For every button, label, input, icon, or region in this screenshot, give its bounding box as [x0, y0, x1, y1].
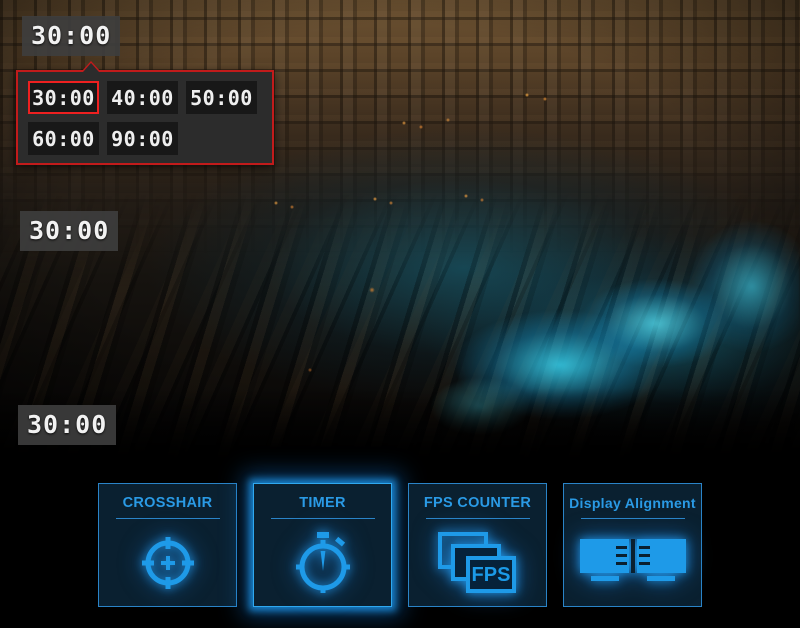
stopwatch-icon — [254, 519, 391, 606]
timer-badge-top: 30:00 — [22, 16, 121, 56]
dual-monitor-icon — [564, 519, 701, 606]
timer-preset-option[interactable]: 40:00 — [107, 81, 178, 114]
timer-preset-grid: 30:00 40:00 50:00 60:00 90:00 — [28, 81, 262, 155]
timer-preset-option[interactable]: 90:00 — [107, 122, 178, 155]
app-root: 30:00 30:00 30:00 30:00 40:00 50:00 60:00 90… — [0, 0, 800, 628]
timer-badge-middle: 30:00 — [20, 211, 119, 251]
tool-button-crosshair[interactable]: CROSSHAIR — [98, 483, 237, 607]
tool-button-stopwatch[interactable]: TIMER — [253, 483, 392, 607]
svg-text:FPS: FPS — [471, 564, 510, 586]
tool-button-label: FPS COUNTER — [423, 495, 532, 511]
timer-preset-option[interactable]: 60:00 — [28, 122, 99, 155]
tool-button-label: Display Alignment — [569, 495, 696, 511]
popup-pointer-triangle — [81, 61, 101, 72]
timer-badge-bottom: 30:00 — [18, 405, 117, 445]
fps-frames-icon: FPS — [409, 519, 546, 606]
tool-button-label: CROSSHAIR — [122, 495, 213, 511]
timer-preset-popup: 30:00 40:00 50:00 60:00 90:00 — [16, 61, 274, 165]
tool-button-label: TIMER — [299, 495, 346, 511]
timer-preset-option[interactable]: 30:00 — [28, 81, 99, 114]
feature-toolbar: CROSSHAIR TIMER FPS COUNTER FPS Display … — [0, 462, 800, 628]
tool-button-fps-frames[interactable]: FPS COUNTER FPS — [408, 483, 547, 607]
tool-button-dual-monitor[interactable]: Display Alignment — [563, 483, 702, 607]
game-viewport: 30:00 30:00 30:00 30:00 40:00 50:00 60:00 90… — [0, 0, 800, 462]
timer-preset-option[interactable]: 50:00 — [186, 81, 257, 114]
crosshair-icon — [99, 519, 236, 606]
